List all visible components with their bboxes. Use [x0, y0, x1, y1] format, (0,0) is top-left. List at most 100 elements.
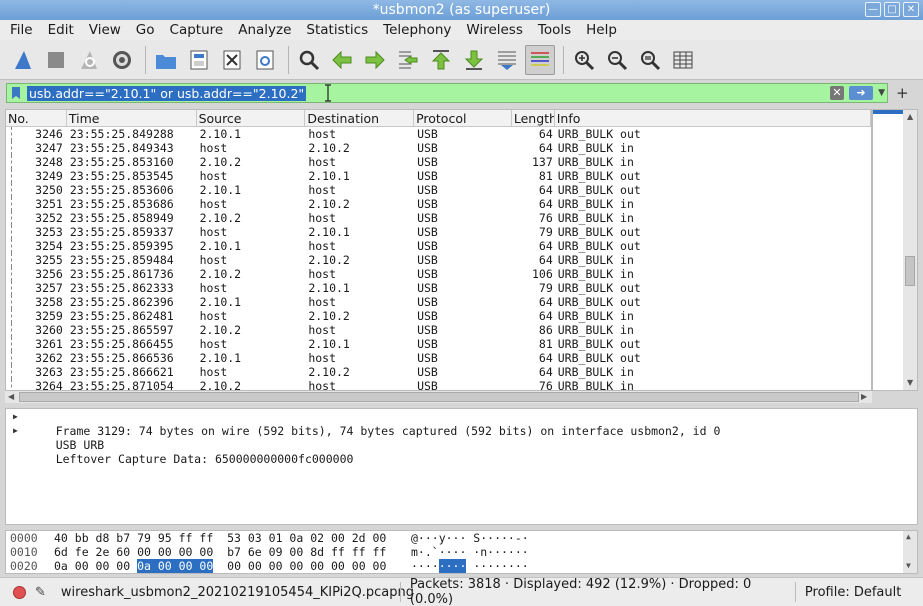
menu-go[interactable]: Go: [128, 22, 162, 38]
reload-file-icon[interactable]: [250, 45, 280, 75]
display-filter-input[interactable]: usb.addr=="2.10.1" or usb.addr=="2.10.2": [27, 85, 307, 101]
find-packet-search-icon[interactable]: [294, 45, 324, 75]
close-button[interactable]: ✕: [903, 2, 919, 17]
minimize-button[interactable]: —: [865, 2, 881, 17]
packet-row[interactable]: 3258 23:55:25.862396 2.10.1 host USB 64 URB_BU…: [6, 295, 871, 309]
display-filter-bar: usb.addr=="2.10.1" or usb.addr=="2.10.2"…: [6, 83, 888, 103]
menu-edit[interactable]: Edit: [40, 22, 81, 38]
menu-capture[interactable]: Capture: [162, 22, 231, 38]
scroll-down-arrow-icon[interactable]: ▼: [907, 378, 913, 387]
column-header-no[interactable]: No.: [6, 110, 67, 126]
hex-pane-scrollbar[interactable]: ▲ ▼: [903, 531, 917, 573]
cell-length: 64: [538, 365, 553, 379]
colorize-packet-list-icon[interactable]: [525, 44, 555, 75]
profile-indicator[interactable]: Profile: Default: [805, 585, 901, 600]
packet-minimap[interactable]: [873, 110, 903, 390]
autoscroll-icon[interactable]: [492, 45, 522, 75]
last-packet-icon[interactable]: [459, 45, 489, 75]
cell-source: 2.10.1: [199, 183, 242, 197]
cell-destination: host: [308, 155, 337, 169]
packet-row[interactable]: 3249 23:55:25.853545 host 2.10.1 USB 81 URB_BU…: [6, 169, 871, 183]
expand-arrow-icon[interactable]: ▶: [13, 410, 18, 424]
close-file-icon[interactable]: [217, 45, 247, 75]
cell-destination: host: [308, 323, 337, 337]
packet-row[interactable]: 3251 23:55:25.853686 host 2.10.2 USB 64 URB_BU…: [6, 197, 871, 211]
menu-telephony[interactable]: Telephony: [375, 22, 458, 38]
cell-protocol: USB: [417, 365, 438, 379]
packet-row[interactable]: 3252 23:55:25.858949 2.10.2 host USB 76 URB_BU…: [6, 211, 871, 225]
open-folder-icon[interactable]: [151, 45, 181, 75]
scroll-right-arrow-icon[interactable]: ▶: [861, 392, 867, 401]
zoom-in-icon[interactable]: [569, 45, 599, 75]
scroll-up-arrow-icon[interactable]: ▲: [906, 532, 911, 541]
status-divider: [794, 582, 796, 602]
cell-info: URB_BULK in: [557, 323, 634, 337]
clear-filter-icon[interactable]: ✕: [830, 86, 844, 100]
column-header-protocol[interactable]: Protocol: [414, 110, 512, 126]
packet-row[interactable]: 3246 23:55:25.849288 2.10.1 host USB 64 URB_BU…: [6, 127, 871, 141]
start-capture-fin-icon[interactable]: [8, 45, 38, 75]
detail-leftover-data-line[interactable]: Leftover Capture Data: 650000000000fc000…: [6, 438, 917, 466]
packet-row[interactable]: 3263 23:55:25.866621 host 2.10.2 USB 64 URB_BU…: [6, 365, 871, 379]
packet-row[interactable]: 3254 23:55:25.859395 2.10.1 host USB 64 URB_BU…: [6, 239, 871, 253]
maximize-button[interactable]: □: [884, 2, 900, 17]
packet-list-vertical-scrollbar[interactable]: ▲ ▼: [872, 109, 918, 391]
cell-protocol: USB: [417, 309, 438, 323]
packet-list-horizontal-scrollbar[interactable]: ◀ ▶: [5, 391, 872, 403]
packet-row[interactable]: 3256 23:55:25.861736 2.10.2 host USB 106 URB_B…: [6, 267, 871, 281]
packet-row[interactable]: 3255 23:55:25.859484 host 2.10.2 USB 64 URB_BU…: [6, 253, 871, 267]
expert-info-indicator-icon[interactable]: [13, 585, 26, 599]
go-back-arrow-icon[interactable]: [327, 45, 357, 75]
menu-wireless[interactable]: Wireless: [458, 22, 530, 38]
capture-options-gear-icon[interactable]: [107, 45, 137, 75]
packet-row[interactable]: 3264 23:55:25.871054 2.10.2 host USB 76 URB_BU…: [6, 379, 871, 390]
cell-time: 23:55:25.866536: [69, 351, 174, 365]
apply-filter-arrow-icon[interactable]: ➜: [849, 86, 873, 100]
save-file-icon[interactable]: [184, 45, 214, 75]
packet-row[interactable]: 3260 23:55:25.865597 2.10.2 host USB 86 URB_BU…: [6, 323, 871, 337]
scroll-down-arrow-icon[interactable]: ▼: [906, 561, 911, 570]
go-forward-arrow-icon[interactable]: [360, 45, 390, 75]
column-header-time[interactable]: Time: [67, 110, 197, 126]
first-packet-icon[interactable]: [426, 45, 456, 75]
packet-row[interactable]: 3259 23:55:25.862481 host 2.10.2 USB 64 URB_BU…: [6, 309, 871, 323]
expand-arrow-icon[interactable]: ▶: [13, 424, 18, 438]
scroll-up-arrow-icon[interactable]: ▲: [907, 112, 913, 121]
packet-row[interactable]: 3253 23:55:25.859337 host 2.10.1 USB 79 URB_BU…: [6, 225, 871, 239]
go-to-packet-icon[interactable]: [393, 45, 423, 75]
detail-usb-urb-line[interactable]: ▶ USB URB: [6, 424, 917, 452]
column-header-source[interactable]: Source: [197, 110, 306, 126]
menu-tools[interactable]: Tools: [530, 22, 578, 38]
stop-capture-icon[interactable]: [41, 45, 71, 75]
menu-file[interactable]: File: [2, 22, 40, 38]
restart-capture-icon[interactable]: [74, 45, 104, 75]
resize-columns-icon[interactable]: [668, 45, 698, 75]
cell-info: URB_BULK out: [557, 295, 641, 309]
packet-row[interactable]: 3262 23:55:25.866536 2.10.1 host USB 64 URB_BU…: [6, 351, 871, 365]
menu-help[interactable]: Help: [578, 22, 624, 38]
detail-frame-line[interactable]: ▶ Frame 3129: 74 bytes on wire (592 bits)…: [6, 410, 917, 438]
packet-row[interactable]: 3248 23:55:25.853160 2.10.2 host USB 137 URB_B…: [6, 155, 871, 169]
packet-row[interactable]: 3261 23:55:25.866455 host 2.10.1 USB 81 URB_BU…: [6, 337, 871, 351]
menu-analyze[interactable]: Analyze: [230, 22, 298, 38]
column-header-info[interactable]: Info: [555, 110, 871, 126]
capture-comment-pencil-icon[interactable]: ✎: [35, 585, 46, 600]
normal-size-icon[interactable]: [635, 45, 665, 75]
window-title: *usbmon2 (as superuser): [372, 2, 551, 18]
column-header-destination[interactable]: Destination: [305, 110, 415, 126]
packet-row[interactable]: 3257 23:55:25.862333 host 2.10.1 USB 79 URB_BU…: [6, 281, 871, 295]
zoom-out-icon[interactable]: [602, 45, 632, 75]
packet-row[interactable]: 3250 23:55:25.853606 2.10.1 host USB 64 URB_BU…: [6, 183, 871, 197]
cell-no: 3263: [6, 365, 67, 379]
packet-row[interactable]: 3247 23:55:25.849343 host 2.10.2 USB 64 URB_BU…: [6, 141, 871, 155]
cell-source: 2.10.1: [199, 127, 242, 141]
scroll-left-arrow-icon[interactable]: ◀: [8, 392, 14, 401]
scroll-thumb[interactable]: [905, 256, 915, 286]
column-header-length[interactable]: Length: [512, 110, 555, 126]
horizontal-scroll-thumb[interactable]: [19, 392, 859, 402]
filter-dropdown-chevron-icon[interactable]: ▼: [878, 88, 885, 98]
menu-statistics[interactable]: Statistics: [298, 22, 375, 38]
bookmark-icon[interactable]: [7, 84, 25, 102]
menu-view[interactable]: View: [81, 22, 128, 38]
add-filter-button[interactable]: +: [896, 84, 909, 102]
